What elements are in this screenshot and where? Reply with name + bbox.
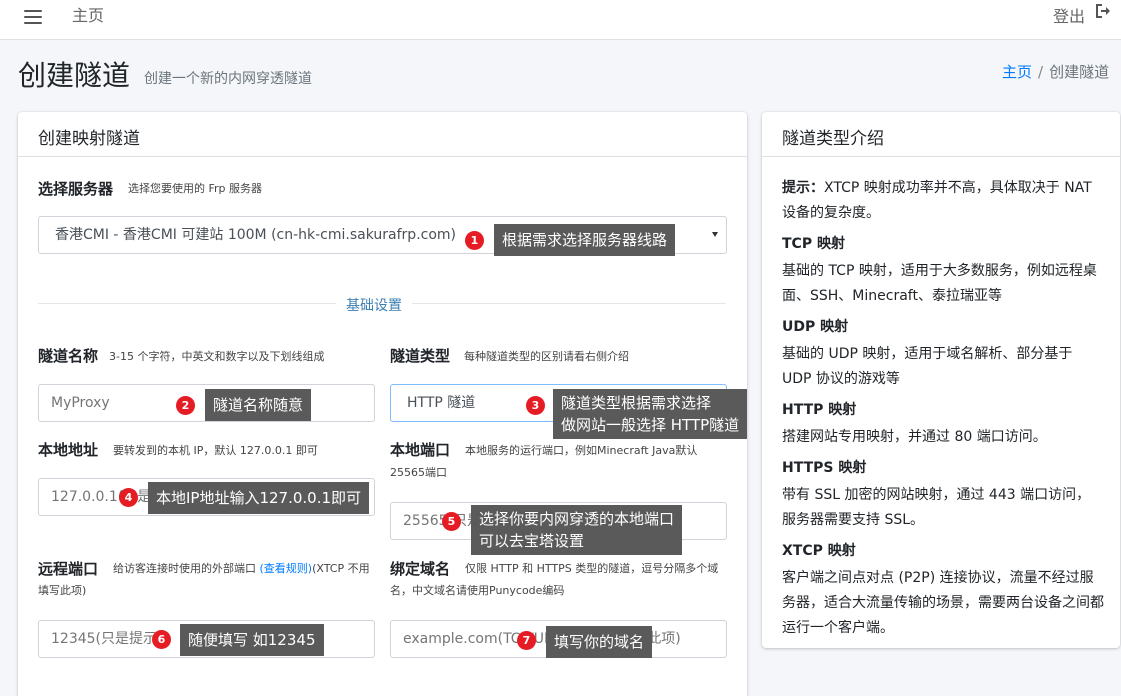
breadcrumb: 主页 / 创建隧道	[1002, 61, 1109, 82]
annotation-number-5: 5	[442, 512, 461, 531]
type-name-https: HTTPS 映射	[782, 460, 867, 476]
view-rules-link[interactable]: (查看规则)	[260, 562, 313, 575]
type-name-http: HTTP 映射	[782, 402, 857, 418]
annotation-box-7: 填写你的域名	[546, 626, 653, 658]
annotation-box-3: 隧道类型根据需求选择 做网站一般选择 HTTP隧道	[553, 389, 748, 439]
tunnel-type-label: 隧道类型	[390, 347, 451, 365]
tunnel-type-hint: 每种隧道类型的区别请看右侧介绍	[464, 350, 629, 363]
type-desc-udp: 基础的 UDP 映射，适用于域名解析、部分基于 UDP 协议的游戏等	[782, 346, 1073, 387]
annotation-3-line-1: 隧道类型根据需求选择	[561, 394, 712, 412]
logout-link[interactable]: 登出	[1053, 3, 1085, 27]
tunnel-name-label: 隧道名称	[38, 347, 99, 365]
annotation-number-6: 6	[152, 630, 171, 649]
domain-hint: 仅限 HTTP 和 HTTPS 类型的隧道，逗号分隔多个域名，中文域名请使用Pu…	[390, 562, 719, 597]
breadcrumb-current: 创建隧道	[1049, 63, 1110, 81]
local-address-label: 本地地址	[38, 441, 99, 459]
local-port-hint: 本地服务的运行端口，例如Minecraft Java默认 25565端口	[390, 444, 698, 479]
chevron-down-icon	[712, 232, 718, 237]
side-card-title: 隧道类型介绍	[782, 129, 884, 149]
annotation-number-1: 1	[465, 231, 484, 250]
type-name-udp: UDP 映射	[782, 319, 849, 335]
annotation-box-4: 本地IP地址输入127.0.0.1即可	[148, 482, 370, 514]
annotation-number-4: 4	[119, 488, 138, 507]
annotation-5-line-2: 可以去宝塔设置	[479, 532, 585, 550]
remote-port-hint: 给访客连接时使用的外部端口 (查看规则)(XTCP 不用填写此项)	[38, 558, 376, 602]
nav-home-link[interactable]: 主页	[72, 2, 104, 26]
section-basic-label: 基础设置	[336, 295, 412, 315]
annotation-box-6: 随便填写 如12345	[180, 624, 324, 656]
breadcrumb-home-link[interactable]: 主页	[1002, 63, 1032, 81]
annotation-number-7: 7	[517, 631, 536, 650]
annotation-box-5: 选择你要内网穿透的本地端口 可以去宝塔设置	[471, 505, 683, 555]
type-name-tcp: TCP 映射	[782, 236, 845, 252]
sign-out-icon[interactable]	[1093, 2, 1111, 20]
server-label: 选择服务器	[38, 180, 114, 198]
local-address-hint: 要转发到的本机 IP，默认 127.0.0.1 即可	[113, 444, 318, 457]
card-header: 创建映射隧道	[18, 112, 747, 157]
tunnel-name-hint: 3-15 个字符，中英文和数字以及下划线组成	[109, 350, 325, 363]
type-desc-xtcp: 客户端之间点对点 (P2P) 连接协议，流量不经过服务器，适合大流量传输的场景，…	[782, 570, 1104, 636]
type-desc-https: 带有 SSL 加密的网站映射，通过 443 端口访问，服务器需要支持 SSL。	[782, 487, 1091, 528]
server-hint: 选择您要使用的 Frp 服务器	[128, 182, 263, 195]
annotation-box-2: 隧道名称随意	[205, 389, 312, 421]
annotation-number-2: 2	[176, 396, 195, 415]
annotation-box-1: 根据需求选择服务器线路	[494, 224, 676, 256]
tip-text: XTCP 映射成功率并不高，具体取决于 NAT 设备的复杂度。	[782, 180, 1092, 221]
page-subtitle: 创建一个新的内网穿透隧道	[144, 71, 312, 87]
remote-port-hint-text: 给访客连接时使用的外部端口	[113, 562, 260, 575]
type-desc-tcp: 基础的 TCP 映射，适用于大多数服务，例如远程桌面、SSH、Minecraft…	[782, 263, 1097, 304]
page-title: 创建隧道	[18, 59, 131, 92]
type-name-xtcp: XTCP 映射	[782, 543, 856, 559]
tip-label: 提示：	[782, 180, 824, 196]
top-navbar: 主页 登出	[0, 0, 1121, 40]
annotation-number-3: 3	[526, 396, 545, 415]
menu-toggle-icon[interactable]	[24, 10, 42, 26]
annotation-5-line-1: 选择你要内网穿透的本地端口	[479, 510, 675, 528]
type-desc-http: 搭建网站专用映射，并通过 80 端口访问。	[782, 429, 1047, 445]
server-select-value: 香港CMI - 香港CMI 可建站 100M (cn-hk-cmi.sakura…	[55, 227, 457, 243]
tip-paragraph: 提示：XTCP 映射成功率并不高，具体取决于 NAT 设备的复杂度。	[782, 176, 1104, 226]
side-card-header: 隧道类型介绍	[762, 112, 1120, 157]
card-title: 创建映射隧道	[38, 129, 140, 149]
tunnel-types-list: 提示：XTCP 映射成功率并不高，具体取决于 NAT 设备的复杂度。 TCP 映…	[782, 176, 1104, 647]
annotation-3-line-2: 做网站一般选择 HTTP隧道	[561, 416, 740, 434]
breadcrumb-separator: /	[1038, 63, 1044, 81]
tunnel-type-value: HTTP 隧道	[407, 395, 476, 411]
tunnel-types-card: 隧道类型介绍 提示：XTCP 映射成功率并不高，具体取决于 NAT 设备的复杂度…	[762, 112, 1120, 648]
